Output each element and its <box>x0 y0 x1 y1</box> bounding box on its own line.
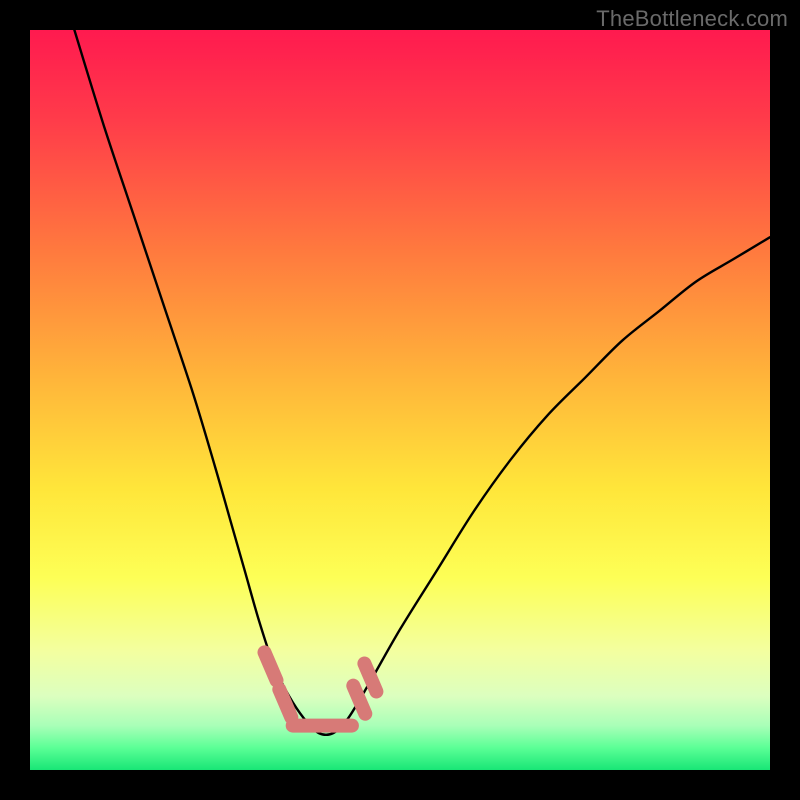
watermark-text: TheBottleneck.com <box>596 6 788 32</box>
bottleneck-curve <box>74 30 770 735</box>
marker-left-upper <box>265 652 277 680</box>
curve-markers <box>265 652 377 717</box>
plot-area <box>30 30 770 770</box>
chart-frame: TheBottleneck.com <box>0 0 800 800</box>
curve-layer <box>30 30 770 770</box>
marker-left-lower <box>279 689 291 717</box>
